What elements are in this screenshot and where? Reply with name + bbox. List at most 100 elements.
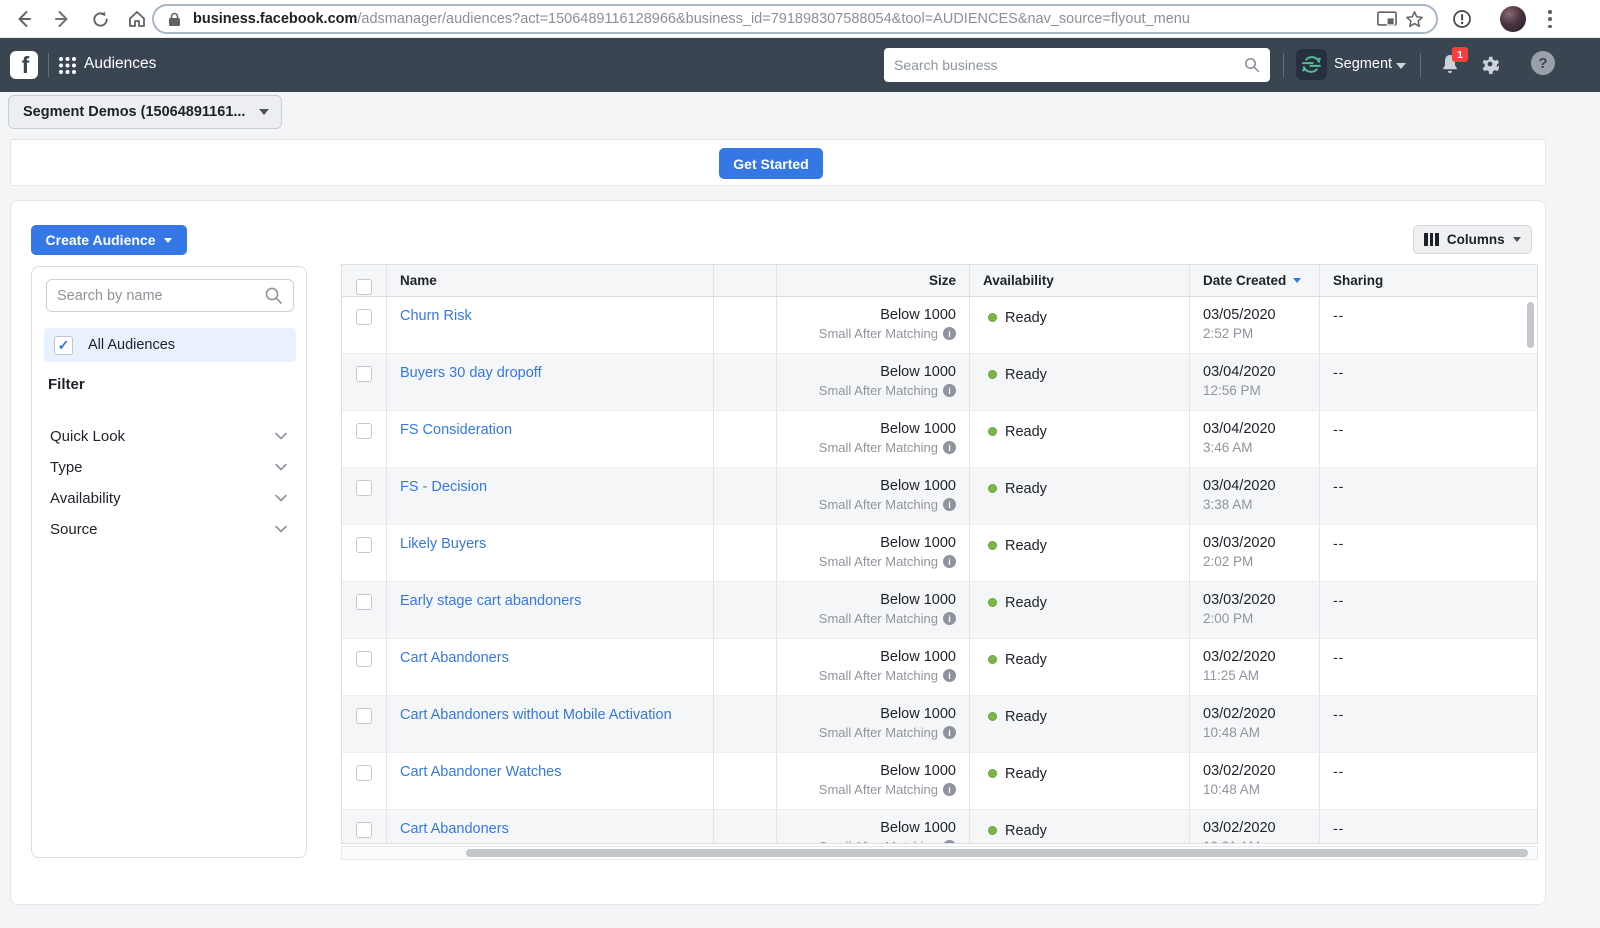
row-checkbox[interactable] bbox=[356, 708, 372, 724]
table-row: Cart Abandoners without Mobile Activatio… bbox=[342, 696, 1537, 753]
business-search[interactable] bbox=[884, 48, 1270, 82]
size-cell: Below 1000 Small After Matchingi bbox=[777, 696, 970, 752]
audience-name-link[interactable]: Cart Abandoners without Mobile Activatio… bbox=[400, 707, 672, 723]
empty-cell bbox=[714, 411, 777, 467]
business-dropdown-caret-icon[interactable] bbox=[1396, 63, 1406, 69]
date-created-cell: 03/02/2020 10:21 AM bbox=[1190, 810, 1320, 844]
notifications-bell-icon[interactable]: 1 bbox=[1438, 52, 1464, 78]
row-checkbox[interactable] bbox=[356, 480, 372, 496]
info-icon[interactable]: i bbox=[943, 498, 956, 511]
audience-name-link[interactable]: Buyers 30 day dropoff bbox=[400, 365, 542, 381]
audience-name-link[interactable]: Cart Abandoners bbox=[400, 821, 509, 837]
browser-menu-icon[interactable] bbox=[1546, 8, 1554, 30]
info-icon[interactable]: i bbox=[943, 669, 956, 682]
sharing-cell: -- bbox=[1320, 582, 1537, 638]
back-icon[interactable] bbox=[12, 7, 36, 31]
bookmark-star-icon[interactable] bbox=[1405, 10, 1424, 29]
empty-cell bbox=[714, 696, 777, 752]
audience-name-link[interactable]: Churn Risk bbox=[400, 308, 472, 324]
facebook-logo[interactable]: f bbox=[10, 51, 38, 79]
date-created-cell: 03/03/2020 2:00 PM bbox=[1190, 582, 1320, 638]
url-bar[interactable]: business.facebook.com/adsmanager/audienc… bbox=[152, 4, 1438, 34]
row-checkbox[interactable] bbox=[356, 423, 372, 439]
info-icon[interactable]: i bbox=[943, 783, 956, 796]
audience-name-link[interactable]: Likely Buyers bbox=[400, 536, 486, 552]
get-started-button[interactable]: Get Started bbox=[719, 148, 823, 179]
account-selector[interactable]: Segment Demos (15064891161... bbox=[8, 95, 282, 129]
header-name[interactable]: Name bbox=[387, 265, 714, 296]
filter-availability[interactable]: Availability bbox=[50, 487, 290, 509]
sharing-cell: -- bbox=[1320, 297, 1537, 353]
home-icon[interactable] bbox=[125, 7, 149, 31]
audience-name-link[interactable]: Cart Abandoner Watches bbox=[400, 764, 561, 780]
business-search-input[interactable] bbox=[894, 57, 1244, 73]
audience-name-link[interactable]: FS Consideration bbox=[400, 422, 512, 438]
row-checkbox[interactable] bbox=[356, 651, 372, 667]
create-audience-button[interactable]: Create Audience bbox=[31, 225, 187, 255]
info-icon[interactable]: i bbox=[943, 555, 956, 568]
ready-status-dot bbox=[988, 769, 997, 778]
ready-status-dot bbox=[988, 484, 997, 493]
info-icon[interactable]: i bbox=[943, 327, 956, 340]
info-icon[interactable]: i bbox=[943, 384, 956, 397]
header-availability[interactable]: Availability bbox=[970, 265, 1190, 296]
forward-icon[interactable] bbox=[50, 7, 74, 31]
row-checkbox-cell bbox=[342, 411, 387, 467]
header-size[interactable]: Size bbox=[777, 265, 970, 296]
segment-logo[interactable] bbox=[1296, 49, 1327, 80]
info-icon[interactable]: i bbox=[943, 840, 956, 844]
row-checkbox[interactable] bbox=[356, 765, 372, 781]
columns-icon bbox=[1424, 233, 1439, 246]
date-created-cell: 03/04/2020 3:38 AM bbox=[1190, 468, 1320, 524]
apps-grid-icon[interactable] bbox=[58, 56, 77, 75]
empty-cell bbox=[714, 525, 777, 581]
row-checkbox-cell bbox=[342, 582, 387, 638]
name-cell: Early stage cart abandoners bbox=[387, 582, 714, 638]
size-cell: Below 1000 Small After Matchingi bbox=[777, 468, 970, 524]
size-cell: Below 1000 Small After Matchingi bbox=[777, 639, 970, 695]
refresh-icon[interactable] bbox=[88, 7, 112, 31]
info-icon[interactable]: i bbox=[943, 441, 956, 454]
audience-name-link[interactable]: FS - Decision bbox=[400, 479, 487, 495]
business-name[interactable]: Segment bbox=[1334, 56, 1392, 72]
audience-search[interactable] bbox=[46, 279, 294, 312]
help-icon[interactable]: ? bbox=[1531, 51, 1555, 75]
vertical-scrollbar[interactable] bbox=[1527, 302, 1534, 348]
info-icon[interactable]: i bbox=[943, 726, 956, 739]
select-all-checkbox[interactable] bbox=[356, 279, 372, 295]
columns-button[interactable]: Columns bbox=[1413, 225, 1532, 254]
table-row: Cart Abandoners Below 1000 Small After M… bbox=[342, 810, 1537, 844]
filter-quick-look[interactable]: Quick Look bbox=[50, 425, 290, 447]
audience-name-link[interactable]: Cart Abandoners bbox=[400, 650, 509, 666]
filter-type[interactable]: Type bbox=[50, 456, 290, 478]
row-checkbox[interactable] bbox=[356, 366, 372, 382]
row-checkbox[interactable] bbox=[356, 309, 372, 325]
all-audiences-option[interactable]: ✓ All Audiences bbox=[44, 328, 296, 362]
table-row: Early stage cart abandoners Below 1000 S… bbox=[342, 582, 1537, 639]
table-body: Churn Risk Below 1000 Small After Matchi… bbox=[342, 297, 1537, 844]
header-sharing[interactable]: Sharing bbox=[1320, 265, 1537, 296]
header-date-created[interactable]: Date Created bbox=[1190, 265, 1320, 296]
row-checkbox[interactable] bbox=[356, 537, 372, 553]
sharing-cell: -- bbox=[1320, 411, 1537, 467]
cast-icon[interactable] bbox=[1377, 11, 1397, 28]
availability-cell: Ready bbox=[970, 582, 1190, 638]
row-checkbox[interactable] bbox=[356, 594, 372, 610]
settings-gear-icon[interactable] bbox=[1478, 52, 1504, 78]
all-audiences-checkbox[interactable]: ✓ bbox=[54, 336, 73, 355]
row-checkbox[interactable] bbox=[356, 822, 372, 838]
availability-cell: Ready bbox=[970, 525, 1190, 581]
browser-profile-avatar[interactable] bbox=[1500, 6, 1526, 32]
filter-source[interactable]: Source bbox=[50, 518, 290, 540]
create-audience-caret-icon bbox=[164, 238, 172, 243]
info-icon[interactable]: i bbox=[943, 612, 956, 625]
horizontal-scrollbar[interactable] bbox=[341, 846, 1538, 860]
row-checkbox-cell bbox=[342, 525, 387, 581]
table-row: FS - Decision Below 1000 Small After Mat… bbox=[342, 468, 1537, 525]
audience-name-link[interactable]: Early stage cart abandoners bbox=[400, 593, 581, 609]
audience-search-input[interactable] bbox=[57, 288, 264, 304]
extension-icon[interactable] bbox=[1450, 7, 1474, 31]
availability-cell: Ready bbox=[970, 354, 1190, 410]
horizontal-scrollbar-thumb[interactable] bbox=[466, 849, 1528, 857]
ready-status-dot bbox=[988, 370, 997, 379]
